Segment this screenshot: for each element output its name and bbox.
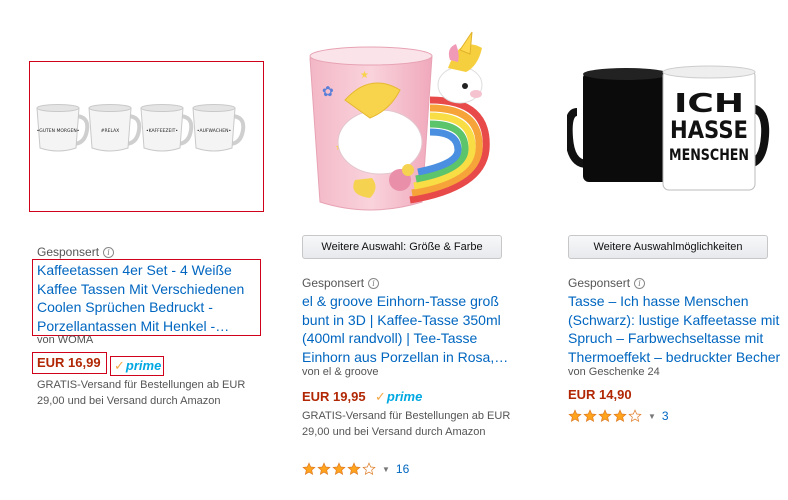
sponsored-label: Gesponsert i [37,245,115,259]
star-empty-icon [628,409,642,422]
price: EUR 16,99 [37,355,101,370]
shipping-info: GRATIS-Versand für Bestellungen ab EUR 2… [37,379,246,407]
product-title-link[interactable]: Kaffeetassen 4er Set - 4 Weiße Kaffee Ta… [37,261,259,335]
sponsored-label: Gesponsert i [568,276,646,290]
star-filled-icon [568,409,582,422]
product-title-link[interactable]: Tasse – Ich hasse Menschen (Schwarz): lu… [568,292,786,366]
caret-down-icon[interactable]: ▼ [648,412,656,421]
prime-badge: ✓prime [114,358,161,374]
mug-pair-image: ICH HASSE MENSCHEN [567,65,770,191]
star-filled-icon [302,462,316,475]
product-title-link[interactable]: el & groove Einhorn-Tasse groß bunt in 3… [302,292,524,366]
unicorn-mug-image: ✿ ★ ★ [309,31,490,211]
prime-text: prime [125,358,162,373]
star-filled-icon [583,409,597,422]
more-options-button[interactable]: Weitere Auswahl: Größe & Farbe [302,235,502,259]
product-image[interactable]: •GUTEN MORGEN• #RELAX •KAFFEEZEIT• •AUFWACH… [29,61,264,212]
star-filled-icon [598,409,612,422]
info-icon[interactable]: i [103,246,115,258]
product-image[interactable]: ✿ ★ ★ [300,30,500,230]
price: EUR 19,95 [302,389,366,404]
svg-text:★: ★ [360,70,369,81]
star-filled-icon [317,462,331,475]
sponsored-text: Gesponsert [302,276,365,290]
mug-set-image: •GUTEN MORGEN• #RELAX •KAFFEEZEIT• •AUFWACH… [30,62,263,211]
price: EUR 14,90 [568,387,632,402]
product-card: ICH HASSE MENSCHEN Weitere Auswahlmöglic… [567,0,788,500]
byline: von WOMA [37,334,94,346]
prime-check-icon: ✓ [114,358,125,373]
star-rating[interactable]: ▼ 3 [568,409,669,423]
prime-text: prime [386,389,423,404]
sponsored-text: Gesponsert [568,276,631,290]
sponsored-label: Gesponsert i [302,276,380,290]
star-rating[interactable]: ▼ 16 [302,462,409,476]
byline: von el & groove [302,366,379,378]
mug-label: #RELAX [101,128,120,134]
mug-print-text: HASSE [670,116,748,144]
more-options-button[interactable]: Weitere Auswahlmöglichkeiten [568,235,768,259]
mug-label: •AUFWACHEN• [197,128,231,134]
product-card: •GUTEN MORGEN• #RELAX •KAFFEEZEIT• •AUFWACH… [29,0,265,500]
prime-check-icon: ✓ [375,389,386,404]
star-empty-icon [362,462,376,475]
prime-badge: ✓prime [375,389,422,405]
byline: von Geschenke 24 [568,366,660,378]
product-card: ✿ ★ ★ Weitere Auswahl: Größe & Farbe [300,0,540,500]
mug-label: •GUTEN MORGEN• [37,128,80,134]
rating-count-link[interactable]: 3 [662,409,669,423]
mug-label: •KAFFEEZEIT• [146,128,178,134]
info-icon[interactable]: i [368,277,380,289]
shipping-info: GRATIS-Versand für Bestellungen ab EUR 2… [302,410,511,438]
caret-down-icon[interactable]: ▼ [382,465,390,474]
mug-print-text: ICH [674,89,744,119]
star-filled-icon [613,409,627,422]
rating-count-link[interactable]: 16 [396,462,409,476]
star-filled-icon [332,462,346,475]
svg-text:✿: ✿ [322,83,334,99]
mug-print-text: MENSCHEN [669,145,749,164]
product-image[interactable]: ICH HASSE MENSCHEN [567,60,777,200]
star-filled-icon [347,462,361,475]
sponsored-text: Gesponsert [37,245,100,259]
info-icon[interactable]: i [634,277,646,289]
